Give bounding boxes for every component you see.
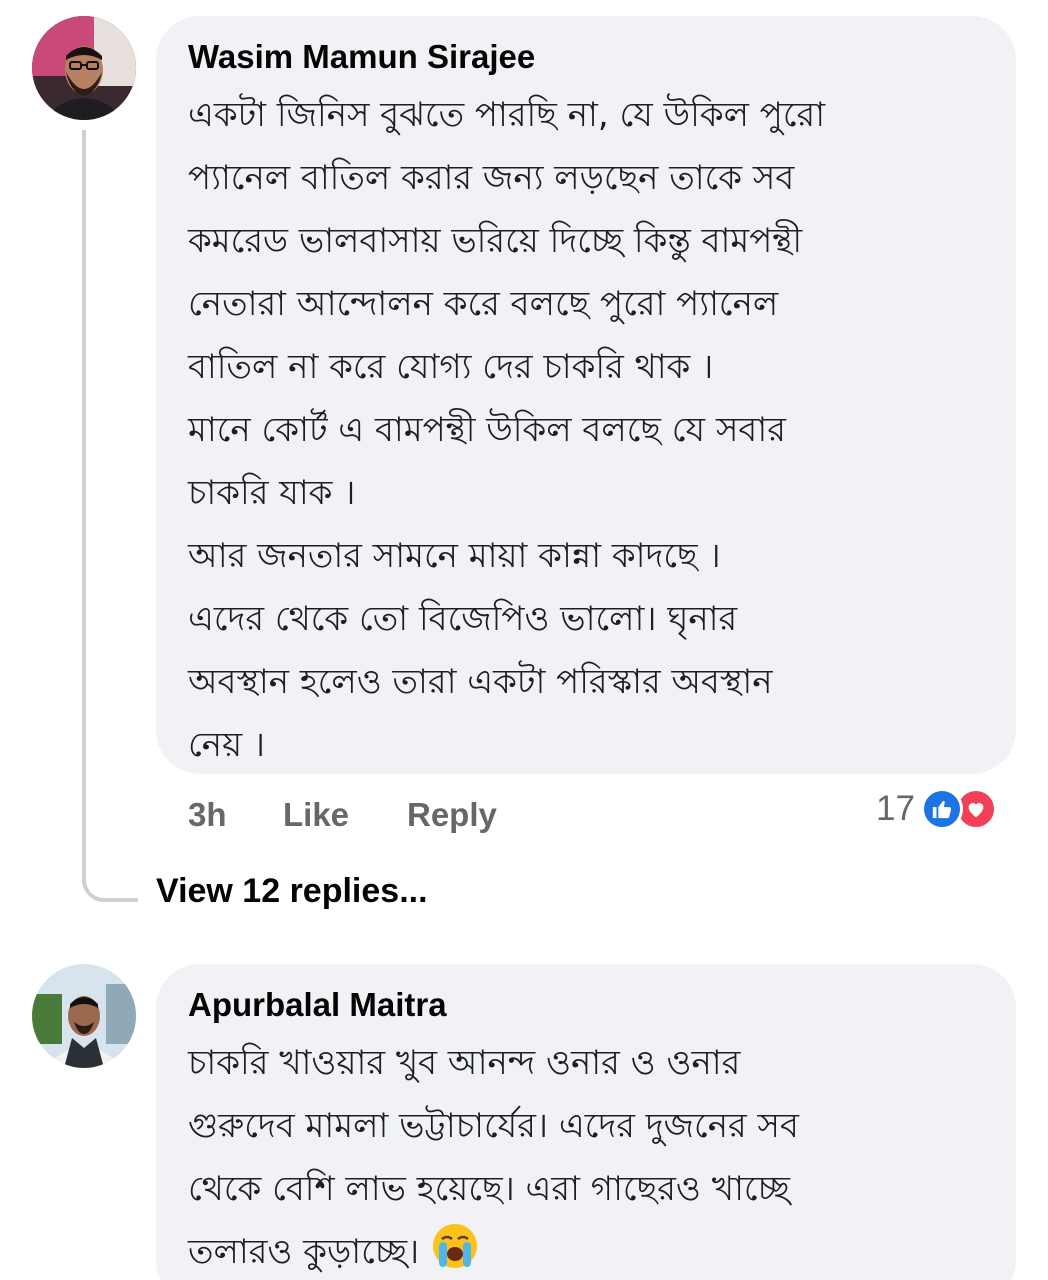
comment-text: তলারও কুড়াচ্ছে। <box>188 1232 420 1272</box>
comment-text-line: থেকে বেশি লাভ হয়েছে। এরা গাছেরও খাচ্ছে <box>188 1169 790 1209</box>
comment-text-line: চাকরি খাওয়ার খুব আনন্দ ওনার ও ওনার <box>188 1043 741 1083</box>
comment-timestamp[interactable]: 3h <box>188 796 227 834</box>
comment-author[interactable]: Apurbalal Maitra <box>188 984 984 1026</box>
like-button[interactable]: Like <box>283 796 349 834</box>
comment-text-line: নেতারা আন্দোলন করে বলছে পুরো প্যানেল <box>188 284 779 324</box>
avatar[interactable] <box>32 964 136 1068</box>
loudly-crying-face-emoji <box>430 1221 480 1271</box>
reaction-summary[interactable]: 17 <box>876 788 997 830</box>
comment-text-line: গুরুদেব মামলা ভট্টাচার্যের। এদের দুজনের … <box>188 1106 799 1146</box>
thread-line-curve <box>82 830 138 902</box>
comment-text-line: মানে কোর্ট এ বামপন্থী উকিল বলছে যে সবার <box>188 410 786 450</box>
view-replies-link[interactable]: View 12 replies... <box>156 872 428 911</box>
avatar[interactable] <box>32 16 136 120</box>
reply-button[interactable]: Reply <box>407 796 497 834</box>
comments-page: Wasim Mamun Sirajee একটা জিনিস বুঝতে পার… <box>0 0 1048 1280</box>
reaction-count: 17 <box>876 789 915 828</box>
comment-text-line: অবস্থান হলেও তারা একটা পরিস্কার অবস্থান <box>188 662 773 702</box>
comment-text-line: নেয় । <box>188 725 266 765</box>
comment-bubble: Apurbalal Maitra চাকরি খাওয়ার খুব আনন্দ… <box>156 964 1016 1280</box>
comment-author[interactable]: Wasim Mamun Sirajee <box>188 36 984 78</box>
comment-bubble: Wasim Mamun Sirajee একটা জিনিস বুঝতে পার… <box>156 16 1016 774</box>
comment-text-line: প্যানেল বাতিল করার জন্য লড়ছেন তাকে সব <box>188 158 795 198</box>
comment-text-line: আর জনতার সামনে মায়া কান্না কাদছে । <box>188 536 721 576</box>
comment-text-line: একটা জিনিস বুঝতে পারছি না, যে উকিল পুরো <box>188 95 826 135</box>
comment-text-line: চাকরি যাক । <box>188 473 356 513</box>
thread-line <box>82 130 86 830</box>
comment-text-line: এদের থেকে তো বিজেপিও ভালো। ঘৃনার <box>188 599 738 639</box>
comment-text-line: বাতিল না করে যোগ্য দের চাকরি থাক । <box>188 347 714 387</box>
comment-text-line: কমরেড ভালবাসায় ভরিয়ে দিচ্ছে কিন্তু বাম… <box>188 221 803 261</box>
comment-text-line-with-emoji: তলারও কুড়াচ্ছে। <box>188 1221 984 1280</box>
like-icon <box>920 788 963 830</box>
